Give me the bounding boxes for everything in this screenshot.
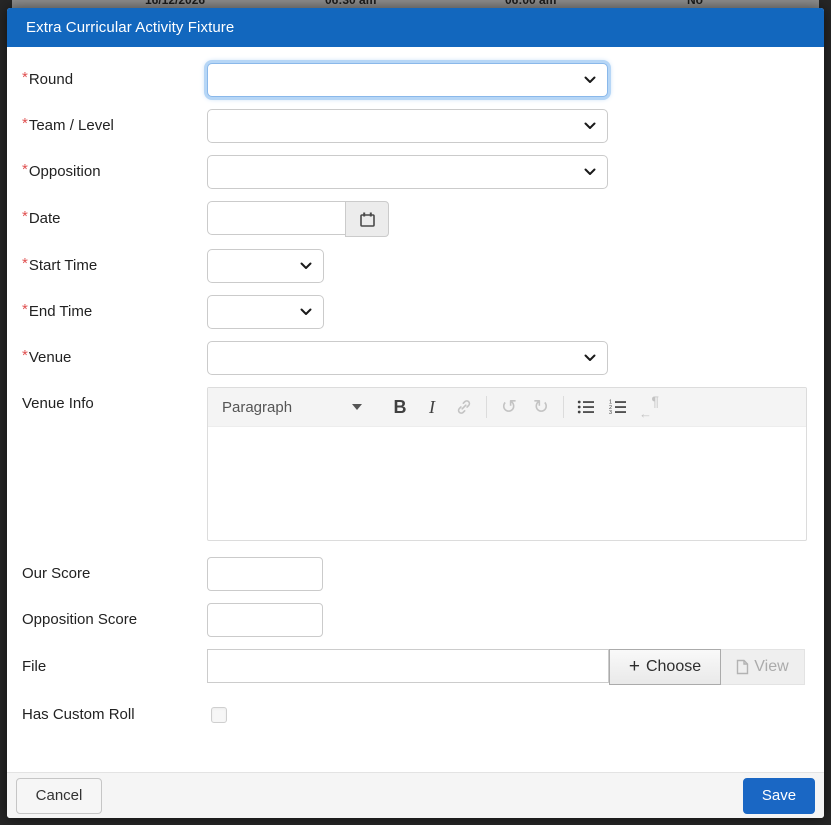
field-row-team-level: *Team / Level (22, 109, 814, 143)
italic-button[interactable]: I (416, 391, 448, 423)
numbered-list-icon: 1 2 3 (609, 400, 626, 415)
date-input[interactable] (207, 201, 345, 235)
file-choose-button[interactable]: + Choose (609, 649, 721, 685)
required-asterisk: * (22, 115, 28, 132)
background-date-cell: 16/12/2026 (145, 0, 206, 7)
insert-link-button[interactable] (448, 391, 480, 423)
venue-info-richtext-editor: Paragraph B I ↺ ↻ 1 2 3 ¶ ← (207, 387, 807, 541)
field-row-file: File + Choose View (22, 649, 814, 685)
opposition-score-label: Opposition Score (22, 611, 138, 628)
field-row-our-score: Our Score (22, 557, 814, 591)
chevron-down-icon (300, 262, 312, 269)
chevron-down-icon (300, 308, 312, 315)
paragraph-format-dropdown[interactable]: Paragraph (210, 390, 374, 424)
field-row-venue: *Venue (22, 341, 814, 375)
opposition-select[interactable] (207, 155, 608, 189)
background-flag-cell: No (687, 0, 703, 7)
undo-icon: ↺ (501, 396, 517, 418)
field-row-round: *Round (22, 63, 814, 97)
outdent-button[interactable]: ¶ ← (634, 391, 666, 423)
field-row-opposition-score: Opposition Score (22, 603, 814, 637)
field-row-has-custom-roll: Has Custom Roll (22, 707, 814, 723)
caret-down-icon (352, 404, 362, 410)
round-select[interactable] (207, 63, 608, 97)
venue-info-text-area[interactable] (208, 427, 806, 540)
bullet-list-icon (577, 400, 594, 414)
file-name-input[interactable] (207, 649, 609, 683)
field-row-opposition: *Opposition (22, 155, 814, 189)
link-icon (457, 400, 471, 414)
dialog-footer: Cancel Save (7, 772, 824, 818)
extra-curricular-activity-fixture-dialog: Extra Curricular Activity Fixture *Round… (7, 8, 824, 818)
team-level-select[interactable] (207, 109, 608, 143)
file-view-button[interactable]: View (721, 649, 805, 685)
date-label: Date (28, 210, 61, 227)
required-asterisk: * (22, 208, 28, 225)
redo-button[interactable]: ↻ (525, 391, 557, 423)
redo-icon: ↻ (533, 396, 549, 418)
chevron-down-icon (584, 354, 596, 361)
bold-button[interactable]: B (384, 391, 416, 423)
dialog-header: Extra Curricular Activity Fixture (7, 8, 824, 47)
save-button[interactable]: Save (743, 777, 815, 814)
field-row-venue-info: Venue Info Paragraph B I ↺ ↻ 1 2 3 ¶ ← (22, 387, 814, 541)
our-score-label: Our Score (22, 565, 91, 582)
opposition-score-input[interactable] (207, 603, 323, 637)
svg-text:3: 3 (609, 410, 612, 415)
document-icon (737, 659, 749, 675)
file-label: File (22, 658, 47, 675)
choose-button-label: Choose (645, 658, 702, 675)
bold-icon: B (393, 396, 407, 417)
opposition-label: Opposition (28, 163, 101, 180)
field-row-date: *Date (22, 201, 814, 237)
dialog-body: *Round *Team / Level *Opposition *Date *… (7, 47, 824, 772)
plus-icon: + (628, 656, 640, 677)
background-end-time-cell: 06:00 am (505, 0, 557, 7)
venue-info-label: Venue Info (22, 395, 94, 412)
bullet-list-button[interactable] (570, 391, 602, 423)
round-label: Round (28, 71, 74, 88)
date-picker-button[interactable] (345, 201, 389, 237)
cancel-button[interactable]: Cancel (16, 777, 102, 814)
toolbar-divider (486, 396, 487, 418)
has-custom-roll-checkbox[interactable] (211, 707, 227, 723)
venue-label: Venue (28, 349, 72, 366)
chevron-down-icon (584, 168, 596, 175)
required-asterisk: * (22, 255, 28, 272)
has-custom-roll-label: Has Custom Roll (22, 706, 135, 723)
field-row-end-time: *End Time (22, 295, 814, 329)
required-asterisk: * (22, 69, 28, 86)
undo-button[interactable]: ↺ (493, 391, 525, 423)
chevron-down-icon (584, 76, 596, 83)
required-asterisk: * (22, 347, 28, 364)
end-time-label: End Time (28, 303, 93, 320)
italic-icon: I (429, 396, 435, 417)
dimmed-background-table-row: 16/12/2026 06:30 am 06:00 am No (12, 0, 819, 8)
team-level-label: Team / Level (28, 117, 114, 134)
editor-toolbar: Paragraph B I ↺ ↻ 1 2 3 ¶ ← (208, 388, 806, 427)
start-time-select[interactable] (207, 249, 324, 283)
start-time-label: Start Time (28, 257, 98, 274)
outdent-pilcrow-icon: ¶ ← (639, 393, 659, 421)
calendar-icon (359, 212, 375, 227)
end-time-select[interactable] (207, 295, 324, 329)
required-asterisk: * (22, 301, 28, 318)
view-button-label: View (754, 658, 789, 675)
field-row-start-time: *Start Time (22, 249, 814, 283)
paragraph-format-label: Paragraph (222, 398, 293, 416)
background-start-time-cell: 06:30 am (325, 0, 377, 7)
dialog-title: Extra Curricular Activity Fixture (26, 19, 235, 36)
required-asterisk: * (22, 161, 28, 178)
numbered-list-button[interactable]: 1 2 3 (602, 391, 634, 423)
chevron-down-icon (584, 122, 596, 129)
toolbar-divider (563, 396, 564, 418)
venue-select[interactable] (207, 341, 608, 375)
our-score-input[interactable] (207, 557, 323, 591)
